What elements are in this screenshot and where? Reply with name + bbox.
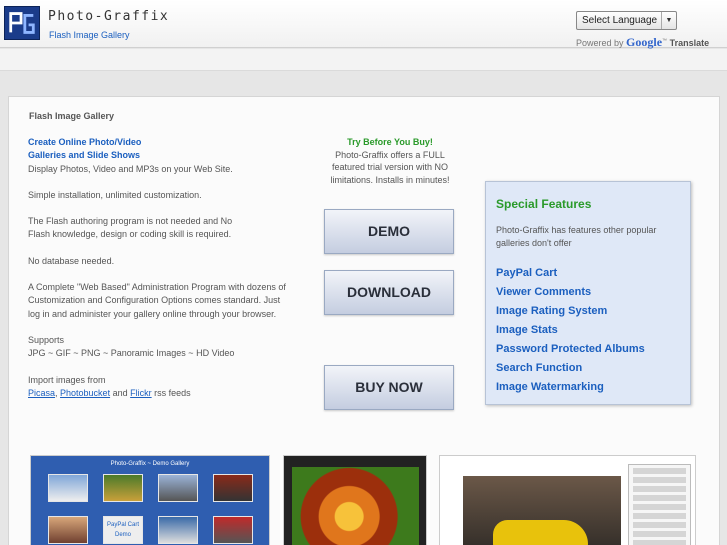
gallery-tile[interactable] — [213, 516, 253, 544]
trial-heading: Try Before You Buy! — [347, 137, 433, 147]
feature-image-stats[interactable]: Image Stats — [496, 324, 645, 343]
flickr-link[interactable]: Flickr — [130, 388, 152, 398]
translate-label[interactable]: Translate — [670, 38, 710, 48]
description-column: Create Online Photo/Video Galleries and … — [28, 136, 293, 413]
flower-thumbnail[interactable] — [283, 455, 427, 545]
gallery-tile[interactable] — [48, 516, 88, 544]
supports-formats: JPG ~ GIF ~ PNG ~ Panoramic Images ~ HD … — [28, 348, 235, 359]
gallery-tile[interactable] — [158, 516, 198, 544]
feature-paypal-cart[interactable]: PayPal Cart — [496, 267, 645, 286]
paragraph-display: Display Photos, Video and MP3s on your W… — [28, 163, 233, 174]
site-subtitle[interactable]: Flash Image Gallery — [49, 30, 130, 40]
config-panel-preview — [628, 464, 691, 545]
photobucket-link[interactable]: Photobucket — [60, 388, 110, 398]
features-description: Photo-Graffix has features other popular… — [496, 225, 657, 248]
feature-image-rating[interactable]: Image Rating System — [496, 305, 645, 324]
panel-title: Flash Image Gallery — [29, 111, 115, 121]
feature-watermarking[interactable]: Image Watermarking — [496, 381, 645, 400]
download-button[interactable]: DOWNLOAD — [324, 270, 454, 315]
feature-viewer-comments[interactable]: Viewer Comments — [496, 286, 645, 305]
paragraph-database: No database needed. — [28, 255, 115, 266]
header-strip — [0, 49, 727, 71]
import-label: Import images from — [28, 374, 106, 385]
dropdown-arrow-icon: ▼ — [661, 12, 676, 29]
trial-box: Try Before You Buy! Photo-Graffix offers… — [326, 136, 454, 186]
admin-thumbnail[interactable] — [439, 455, 696, 545]
car-body — [493, 520, 588, 545]
buy-now-button[interactable]: BUY NOW — [324, 365, 454, 410]
gallery-tile[interactable] — [158, 474, 198, 502]
site-title: Photo-Graffix — [48, 9, 170, 24]
gallery-tile[interactable] — [103, 474, 143, 502]
demo-button[interactable]: DEMO — [324, 209, 454, 254]
google-translate-credit: Powered by Google™ Translate — [576, 35, 710, 49]
language-select[interactable]: Select Language ▼ — [576, 11, 677, 30]
intro-link[interactable]: Create Online Photo/Video Galleries and … — [28, 136, 153, 163]
paypal-cart-tile[interactable]: PayPal Cart Demo — [103, 516, 143, 544]
import-and: and — [112, 387, 128, 398]
paragraph-flash: The Flash authoring program is not neede… — [28, 216, 233, 240]
feature-search[interactable]: Search Function — [496, 362, 645, 381]
picasa-link[interactable]: Picasa — [28, 388, 55, 398]
powered-by-label: Powered by — [576, 38, 624, 48]
flower-image — [292, 467, 419, 545]
special-features-box: Special Features Photo-Graffix has featu… — [485, 181, 691, 405]
paragraph-installation: Simple installation, unlimited customiza… — [28, 189, 202, 200]
paragraph-admin: A Complete "Web Based" Administration Pr… — [28, 282, 286, 319]
google-logo[interactable]: Google — [626, 35, 662, 49]
features-list: PayPal Cart Viewer Comments Image Rating… — [496, 267, 645, 400]
gallery-demo-title: Photo-Graffix ~ Demo Gallery — [110, 461, 190, 467]
trial-text: Photo-Graffix offers a FULL featured tri… — [330, 149, 450, 185]
import-suffix: rss feeds — [154, 387, 191, 398]
photo-graffix-logo-icon[interactable] — [4, 6, 40, 40]
feature-password-albums[interactable]: Password Protected Albums — [496, 343, 645, 362]
features-heading: Special Features — [496, 197, 592, 211]
supports-label: Supports — [28, 334, 65, 345]
gallery-tile[interactable] — [213, 474, 253, 502]
gallery-demo-thumbnail[interactable]: Photo-Graffix ~ Demo Gallery PayPal Cart… — [30, 455, 270, 545]
gallery-tile[interactable] — [48, 474, 88, 502]
language-select-label: Select Language — [582, 15, 658, 26]
site-header: Photo-Graffix Flash Image Gallery Select… — [0, 0, 727, 49]
